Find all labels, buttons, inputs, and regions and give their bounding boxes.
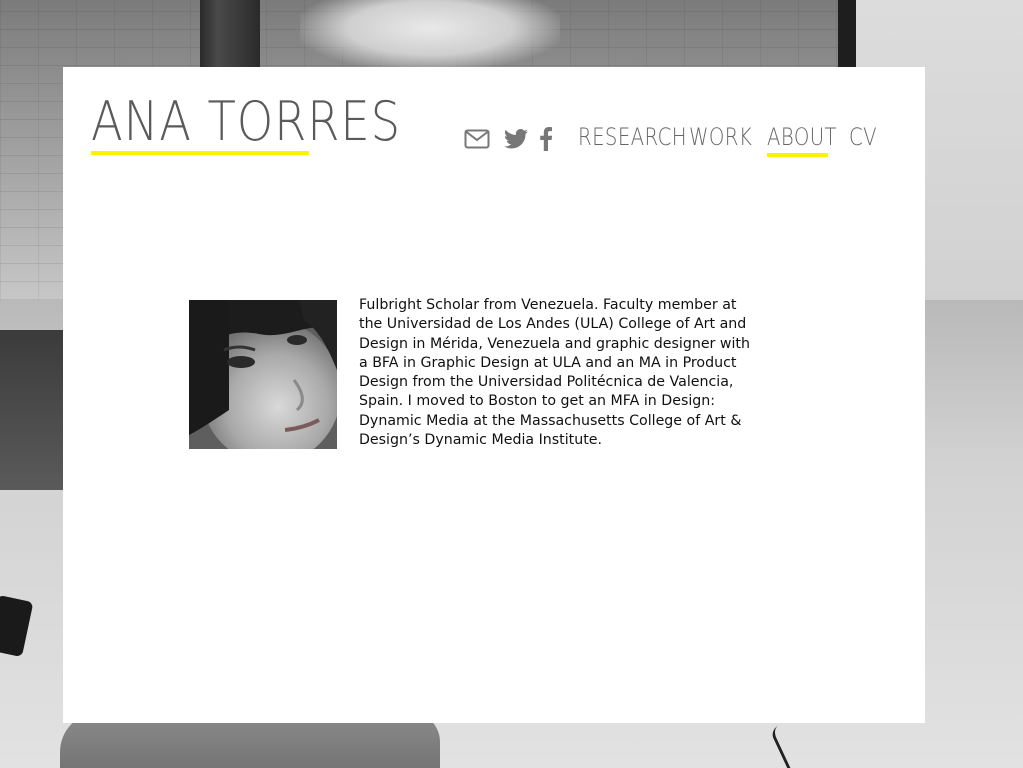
background-shadow <box>0 330 70 490</box>
about-bio: Fulbright Scholar from Venezuela. Facult… <box>359 297 750 449</box>
content-panel: ANA TORRES RESEARCH WORK ABOUT CV Fulbri… <box>63 67 925 723</box>
nav-active-underline <box>767 153 828 157</box>
facebook-icon[interactable] <box>539 126 553 152</box>
nav-item-research[interactable]: RESEARCH <box>578 123 687 151</box>
profile-photo <box>189 300 337 449</box>
site-logo[interactable]: ANA TORRES <box>91 91 401 153</box>
logo-underline <box>91 151 309 155</box>
nav-item-about[interactable]: ABOUT <box>767 123 837 151</box>
nav-item-cv[interactable]: CV <box>849 123 877 151</box>
mail-icon[interactable] <box>463 127 491 151</box>
twitter-icon[interactable] <box>503 128 529 150</box>
nav-item-work[interactable]: WORK <box>689 123 752 151</box>
background-tree <box>300 0 560 70</box>
main-nav <box>463 119 573 159</box>
